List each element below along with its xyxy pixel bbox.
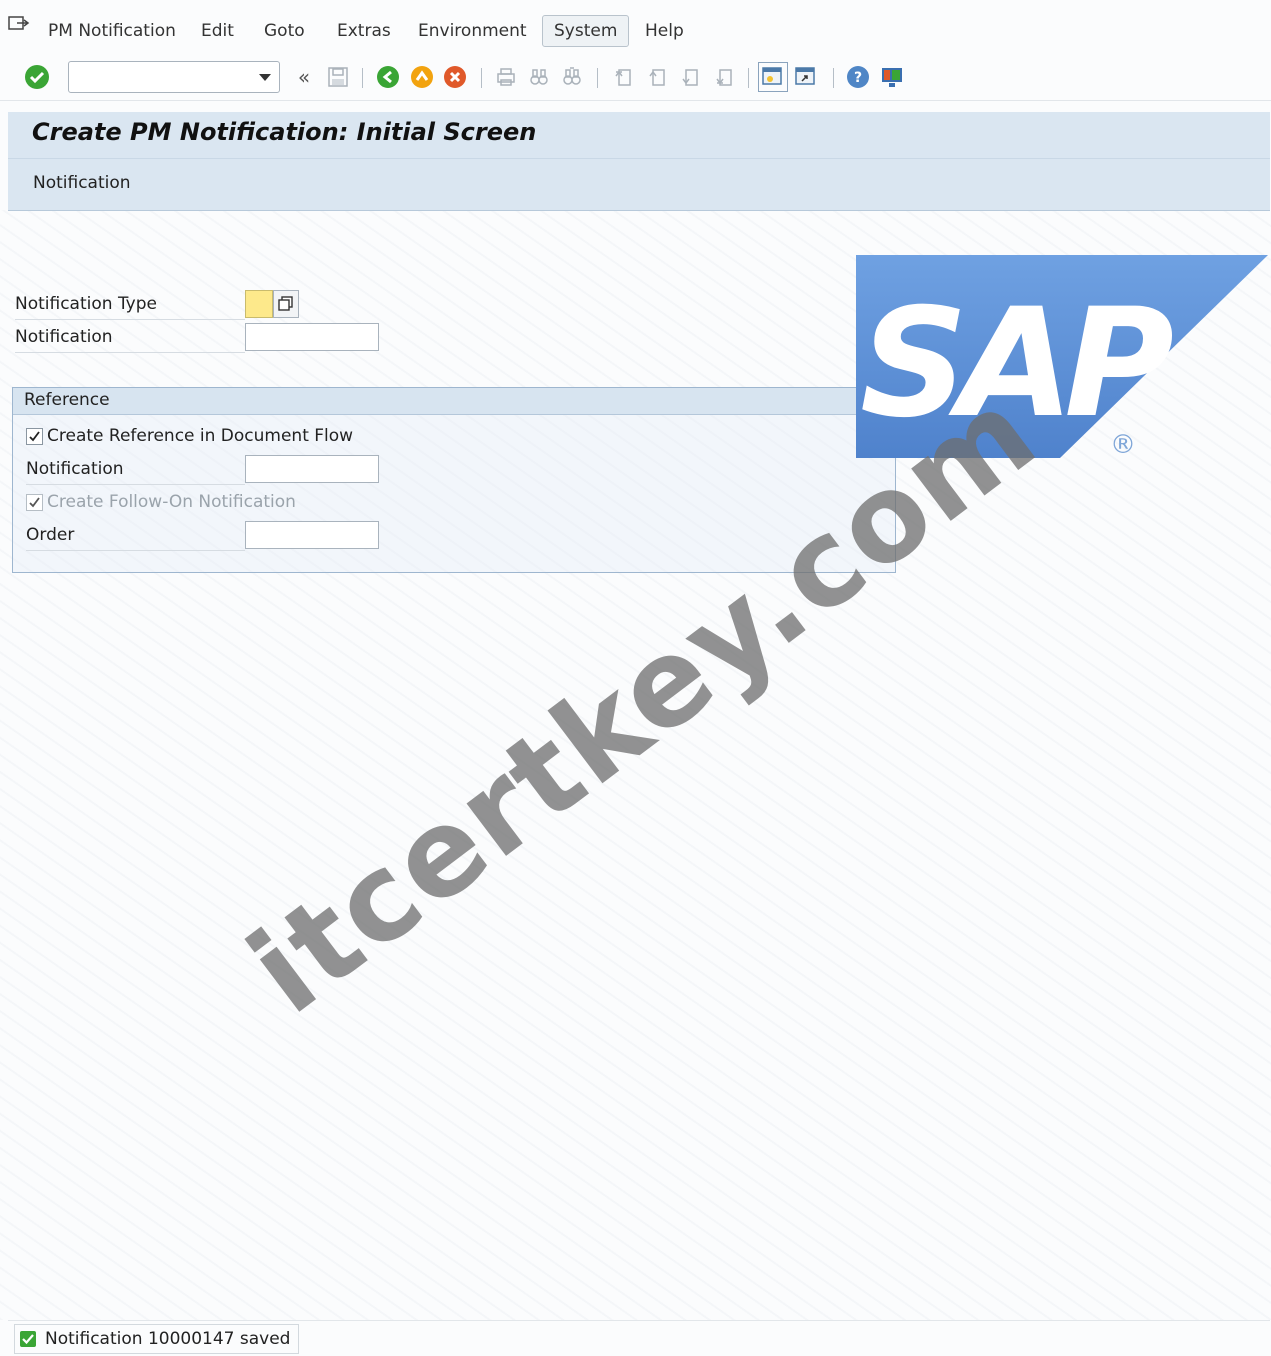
label-underline bbox=[26, 484, 245, 485]
save-icon[interactable] bbox=[325, 64, 351, 90]
notification-input[interactable] bbox=[245, 323, 379, 351]
reference-notification-label: Notification bbox=[26, 459, 124, 479]
notification-button[interactable]: Notification bbox=[33, 173, 131, 193]
notification-label: Notification bbox=[15, 327, 113, 347]
menu-bar: PM Notification Edit Goto Extras Environ… bbox=[0, 0, 1271, 57]
toolbar-separator bbox=[833, 68, 834, 88]
menu-environment[interactable]: Environment bbox=[412, 19, 533, 43]
reference-notification-input[interactable] bbox=[245, 455, 379, 483]
menu-goto[interactable]: Goto bbox=[258, 19, 311, 43]
notification-type-input[interactable] bbox=[245, 290, 273, 318]
new-session-icon[interactable] bbox=[758, 62, 788, 92]
label-underline bbox=[15, 319, 245, 320]
registered-mark: ® bbox=[1110, 430, 1136, 460]
status-message[interactable]: Notification 10000147 saved bbox=[14, 1324, 300, 1354]
title-bar: Create PM Notification: Initial Screen N… bbox=[8, 112, 1270, 211]
order-label: Order bbox=[26, 525, 75, 545]
reference-header: Reference bbox=[13, 388, 895, 415]
toolbar-separator bbox=[362, 68, 363, 88]
print-icon[interactable] bbox=[493, 64, 519, 90]
standard-toolbar: « ? bbox=[0, 56, 1271, 101]
follow-on-label: Create Follow-On Notification bbox=[47, 492, 296, 512]
status-bar: Notification 10000147 saved bbox=[8, 1320, 1270, 1356]
label-underline bbox=[15, 352, 245, 353]
enter-icon[interactable] bbox=[24, 64, 50, 90]
create-reference-checkbox[interactable] bbox=[26, 428, 43, 445]
previous-page-icon[interactable] bbox=[644, 64, 670, 90]
menu-extras[interactable]: Extras bbox=[331, 19, 397, 43]
title-divider bbox=[8, 158, 1270, 159]
back-icon[interactable] bbox=[375, 64, 401, 90]
command-field[interactable] bbox=[68, 61, 280, 93]
reference-title: Reference bbox=[24, 390, 110, 410]
follow-on-checkbox bbox=[26, 494, 43, 511]
create-reference-label: Create Reference in Document Flow bbox=[47, 426, 354, 446]
menu-edit[interactable]: Edit bbox=[195, 19, 240, 43]
next-page-icon[interactable] bbox=[677, 64, 703, 90]
checkmark-icon bbox=[29, 497, 40, 508]
menu-expand-icon[interactable] bbox=[8, 16, 30, 32]
menu-help[interactable]: Help bbox=[639, 19, 690, 43]
menu-system[interactable]: System bbox=[542, 15, 630, 47]
first-page-icon[interactable] bbox=[610, 64, 636, 90]
last-page-icon[interactable] bbox=[711, 64, 737, 90]
toolbar-separator bbox=[748, 68, 749, 88]
collapse-icon[interactable]: « bbox=[291, 64, 317, 90]
svg-text:?: ? bbox=[854, 70, 862, 86]
copy-icon bbox=[278, 296, 293, 311]
command-dropdown-icon[interactable] bbox=[259, 74, 271, 81]
menu-pm-notification[interactable]: PM Notification bbox=[42, 19, 182, 43]
checkmark-icon bbox=[29, 431, 40, 442]
value-help-button[interactable] bbox=[273, 290, 299, 318]
cancel-icon[interactable] bbox=[442, 64, 468, 90]
notification-type-label: Notification Type bbox=[15, 294, 157, 314]
layout-menu-icon[interactable] bbox=[879, 64, 905, 90]
toolbar-separator bbox=[481, 68, 482, 88]
find-icon[interactable] bbox=[526, 64, 552, 90]
label-underline bbox=[26, 550, 245, 551]
toolbar-separator bbox=[597, 68, 598, 88]
exit-icon[interactable] bbox=[409, 64, 435, 90]
page-title: Create PM Notification: Initial Screen bbox=[32, 118, 537, 146]
success-icon bbox=[20, 1331, 36, 1347]
find-next-icon[interactable] bbox=[559, 64, 585, 90]
status-text: Notification 10000147 saved bbox=[45, 1329, 291, 1349]
shortcut-icon[interactable] bbox=[793, 64, 819, 90]
help-icon[interactable]: ? bbox=[845, 64, 871, 90]
order-input[interactable] bbox=[245, 521, 379, 549]
